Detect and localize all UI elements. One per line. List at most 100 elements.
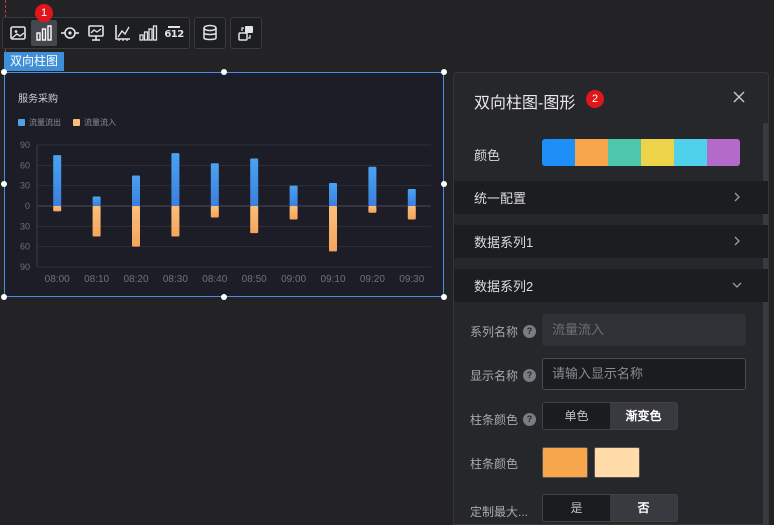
palette-color-3[interactable] xyxy=(608,139,641,166)
option-no[interactable]: 否 xyxy=(610,495,677,521)
number-icon-label: 612 xyxy=(164,29,184,40)
palette-color-2[interactable] xyxy=(575,139,608,166)
resize-handle-ne[interactable] xyxy=(441,69,447,75)
chart-type-group: 1 612 xyxy=(2,4,190,49)
bar-color-mode-label-text: 柱条颜色 xyxy=(470,413,519,427)
chart-canvas: 90 60 30 0 30 60 90 08:00 08:10 08:20 08:30 08:40 08… xyxy=(20,140,431,285)
resize-handle-w[interactable] xyxy=(1,181,7,187)
interaction-icon[interactable] xyxy=(233,20,259,46)
bar-outflow[interactable] xyxy=(407,189,416,206)
bar-outflow[interactable] xyxy=(132,175,140,207)
help-icon[interactable]: ? xyxy=(523,325,537,338)
x-tick-label: 09:20 xyxy=(360,274,385,285)
bar-inflow[interactable] xyxy=(250,206,259,234)
resize-handle-s[interactable] xyxy=(221,294,227,300)
chevron-right-icon xyxy=(734,236,740,246)
widget-type-tag: 双向柱图 xyxy=(4,52,65,71)
bar-outflow[interactable] xyxy=(210,163,219,206)
option-yes[interactable]: 是 xyxy=(543,495,610,521)
gradient-end-color[interactable] xyxy=(594,447,640,478)
resize-handle-sw[interactable] xyxy=(1,294,7,300)
resize-handle-nw[interactable] xyxy=(1,69,7,75)
bar-color-mode-toggle: 单色 渐变色 xyxy=(542,402,678,430)
step-badge-1: 1 xyxy=(35,4,53,22)
section-unified-config[interactable]: 统一配置 xyxy=(454,181,768,214)
bar-outflow[interactable] xyxy=(171,153,180,206)
color-palette[interactable] xyxy=(542,139,740,166)
bar-inflow[interactable] xyxy=(210,206,219,218)
legend-label-inflow: 流量流入 xyxy=(84,118,116,127)
x-tick-label: 09:00 xyxy=(281,274,306,285)
bar-outflow[interactable] xyxy=(250,158,259,206)
bar-inflow[interactable] xyxy=(407,206,416,220)
bar-color-label-text: 柱条颜色 xyxy=(470,457,519,471)
bar-outflow[interactable] xyxy=(92,196,101,206)
palette-color-6[interactable] xyxy=(707,139,740,166)
legend-item-inflow[interactable]: 流量流入 xyxy=(73,117,116,128)
gradient-start-color[interactable] xyxy=(542,447,588,478)
legend-swatch-inflow xyxy=(73,119,80,126)
image-icon[interactable] xyxy=(5,20,31,46)
component-toolbar: 1 612 xyxy=(2,4,262,49)
bar-inflow[interactable] xyxy=(53,206,62,212)
dual-bar-chart-widget[interactable]: 90 60 30 0 30 60 90 08:00 08:10 08:20 08:30 08:40 08… xyxy=(4,72,444,297)
section-label: 统一配置 xyxy=(474,191,527,206)
bar-chart-icon[interactable]: 1 xyxy=(31,4,57,46)
option-gradient[interactable]: 渐变色 xyxy=(610,403,677,429)
bar-inflow[interactable] xyxy=(171,206,180,237)
y-tick-label: 30 xyxy=(20,221,30,231)
series-name-label: 系列名称 ? xyxy=(470,323,537,340)
target-icon[interactable] xyxy=(57,20,83,46)
bar-inflow[interactable] xyxy=(92,206,101,237)
x-tick-label: 08:10 xyxy=(84,274,109,285)
bar-inflow[interactable] xyxy=(368,206,377,213)
axis-icon[interactable] xyxy=(109,20,135,46)
y-tick-label: 90 xyxy=(20,262,30,272)
x-tick-label: 09:30 xyxy=(399,274,424,285)
palette-color-4[interactable] xyxy=(641,139,674,166)
palette-color-5[interactable] xyxy=(674,139,707,166)
database-icon[interactable] xyxy=(197,20,223,46)
legend-label-outflow: 流量流出 xyxy=(29,118,61,127)
signal-bars-icon[interactable] xyxy=(135,20,161,46)
bar-outflow[interactable] xyxy=(53,155,62,206)
legend-item-outflow[interactable]: 流量流出 xyxy=(18,117,61,128)
chart-legend: 流量流出 流量流入 xyxy=(18,117,116,128)
resize-handle-n[interactable] xyxy=(221,69,227,75)
series-name-label-text: 系列名称 xyxy=(470,325,519,339)
help-icon[interactable]: ? xyxy=(523,413,537,426)
number-icon-bar xyxy=(168,26,180,28)
y-tick-label: 30 xyxy=(20,181,30,191)
option-solid[interactable]: 单色 xyxy=(543,403,610,429)
y-tick-label: 60 xyxy=(20,160,30,170)
custom-max-label: 定制最大... xyxy=(470,503,528,520)
y-tick-label: 0 xyxy=(25,201,30,211)
bar-outflow[interactable] xyxy=(329,182,337,206)
legend-swatch-outflow xyxy=(18,119,25,126)
section-label: 数据系列1 xyxy=(474,235,534,250)
x-tick-label: 09:10 xyxy=(320,274,345,285)
bar-inflow[interactable] xyxy=(289,206,298,220)
properties-panel: 双向柱图-图形 2 颜色 统一配置 数据系列1 数据系列2 系列名称 ? 流量流… xyxy=(453,72,769,525)
number-612-icon[interactable]: 612 xyxy=(161,20,187,46)
help-icon[interactable]: ? xyxy=(523,369,537,382)
section-series-2[interactable]: 数据系列2 xyxy=(454,269,768,302)
display-name-input[interactable]: 请输入显示名称 xyxy=(542,358,746,390)
bar-outflow[interactable] xyxy=(368,166,377,206)
section-series-1[interactable]: 数据系列1 xyxy=(454,225,768,258)
display-name-label: 显示名称 ? xyxy=(470,367,537,384)
bar-inflow[interactable] xyxy=(132,206,140,247)
chart-title: 服务采购 xyxy=(18,94,58,105)
bar-outflow[interactable] xyxy=(289,185,298,206)
step-badge-2: 2 xyxy=(586,90,604,108)
x-tick-label: 08:20 xyxy=(123,274,148,285)
close-icon[interactable] xyxy=(732,90,746,104)
resize-handle-e[interactable] xyxy=(441,181,447,187)
x-tick-label: 08:00 xyxy=(45,274,70,285)
screen-icon[interactable] xyxy=(83,20,109,46)
x-tick-label: 08:30 xyxy=(163,274,188,285)
palette-color-1[interactable] xyxy=(542,139,575,166)
data-group xyxy=(194,17,226,49)
bar-inflow[interactable] xyxy=(329,206,337,252)
resize-handle-se[interactable] xyxy=(441,294,447,300)
